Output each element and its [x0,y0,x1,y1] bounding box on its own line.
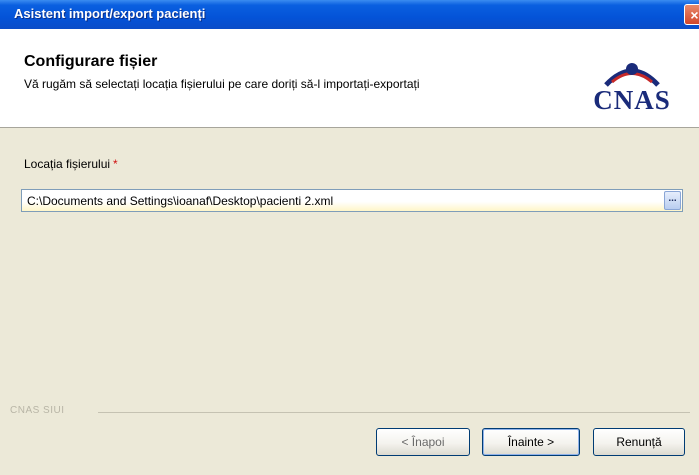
footer-divider [98,412,690,413]
file-location-input[interactable]: C:\Documents and Settings\ioanaf\Desktop… [21,189,683,212]
page-subtitle: Vă rugăm să selectați locația fișierului… [24,77,420,91]
file-location-value: C:\Documents and Settings\ioanaf\Desktop… [27,194,334,208]
window-titlebar[interactable]: Asistent import/export pacienți × [0,0,699,29]
cancel-button[interactable]: Renunță [593,428,685,456]
wizard-header: Configurare fișier Vă rugăm să selectați… [0,29,699,128]
required-mark: * [113,157,118,171]
next-button[interactable]: Înainte > [482,428,580,456]
close-button[interactable]: × [684,4,699,25]
location-label-text: Locația fișierului [24,157,111,171]
footer-group-label: CNAS SIUI [10,405,65,416]
logo-text: CNAS [593,85,671,115]
location-label: Locația fișierului * [24,157,118,171]
ellipsis-icon: ... [668,193,677,204]
page-title: Configurare fișier [24,53,158,70]
browse-button[interactable]: ... [664,191,681,210]
back-button[interactable]: < Înapoi [376,428,470,456]
cnas-logo: CNAS [576,55,688,119]
close-icon: × [690,7,699,23]
window-title: Asistent import/export pacienți [14,6,206,21]
logo-emblem-icon [604,63,660,87]
